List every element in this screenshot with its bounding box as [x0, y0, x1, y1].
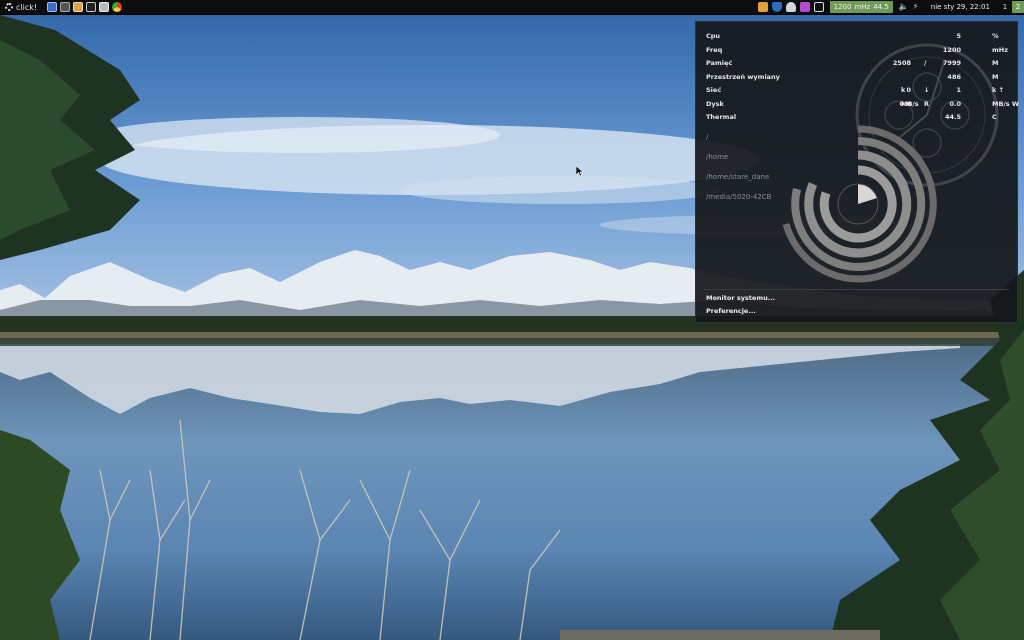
system-monitor-menu-item[interactable]: Monitor systemu...	[706, 294, 775, 302]
stat-unit-up: k ↑	[992, 86, 1005, 94]
popup-separator	[704, 289, 1009, 290]
stat-value: 5	[956, 32, 961, 40]
stats-table: Cpu 5 % Freq 1200 mHz Pamięć 2508 / 7999…	[706, 30, 1019, 125]
stat-unit: M	[992, 72, 999, 81]
tray-window-icon[interactable]	[86, 2, 97, 12]
system-monitor-applet[interactable]: 1200 mHz 44.5	[829, 1, 893, 13]
stat-unit-down: k	[901, 86, 906, 94]
clipboard-icon[interactable]	[757, 2, 768, 12]
stat-name: Sieć	[706, 86, 722, 94]
stat-row-disk: Dysk 0.0 MB/s R 0.0 MB/s W	[706, 98, 1019, 112]
files-icon[interactable]	[47, 2, 58, 12]
stat-unit: M	[992, 59, 999, 67]
stat-unit: C	[992, 113, 997, 121]
stat-value: 44.5	[944, 113, 961, 121]
shield-icon[interactable]	[771, 2, 782, 12]
stat-read-label: R	[924, 99, 930, 108]
calculator-icon[interactable]	[99, 2, 110, 12]
stat-name: Thermal	[706, 113, 737, 121]
text-editor-icon[interactable]	[73, 2, 84, 12]
temp-value: 44.5	[873, 3, 889, 11]
top-panel: click! 1200 mHz 44.5 🔈 ⚡ nie sty 29, 22:…	[0, 0, 1024, 15]
disk-usage-rings	[782, 125, 937, 283]
mail-icon[interactable]	[813, 2, 824, 12]
stat-value-down: 0	[906, 86, 911, 94]
stat-separator: /	[924, 59, 927, 67]
stat-name: Freq	[706, 45, 723, 54]
workspace-2[interactable]: 2	[1012, 1, 1024, 13]
mouse-cursor-icon	[576, 166, 583, 176]
stat-unit: %	[992, 32, 999, 40]
chat-icon[interactable]	[799, 2, 810, 12]
stat-row-freq: Freq 1200 mHz	[706, 44, 1011, 58]
stat-row-cpu: Cpu 5 %	[706, 30, 1011, 44]
stat-unit-read: MB/s	[901, 99, 919, 108]
stat-name: Dysk	[706, 99, 724, 108]
download-arrow-icon: ↓	[924, 86, 930, 94]
freq-unit: mHz	[854, 3, 871, 11]
freq-value: 1200	[833, 3, 852, 11]
stat-row-network: Sieć 0 k ↓ 1 k ↑	[706, 84, 1011, 98]
stat-name: Cpu	[706, 32, 721, 40]
stat-value-used: 2508	[892, 59, 911, 67]
workspace-1[interactable]: 1	[999, 1, 1011, 13]
terminal-icon[interactable]	[60, 2, 71, 12]
gear-icon	[5, 3, 13, 11]
stat-row-swap: Przestrzeń wymiany 486 M	[706, 71, 1011, 85]
stat-value-up: 1	[956, 86, 961, 94]
system-monitor-popup: Cpu 5 % Freq 1200 mHz Pamięć 2508 / 7999…	[695, 21, 1019, 323]
stat-value-write: 0.0	[949, 99, 961, 108]
stat-unit-write: MB/s W	[992, 99, 1020, 108]
main-menu-button[interactable]: click!	[0, 0, 43, 14]
main-menu-label: click!	[16, 2, 38, 12]
stat-value: 1200	[942, 45, 961, 54]
disk-item: /	[706, 133, 709, 141]
stat-row-memory: Pamięć 2508 / 7999 M	[706, 57, 1011, 71]
volume-icon[interactable]: 🔈	[899, 2, 909, 12]
preferences-menu-item[interactable]: Preferencje...	[706, 307, 756, 315]
stat-value: 486	[947, 72, 961, 81]
clock[interactable]: nie sty 29, 22:01	[931, 3, 990, 11]
disk-item: /home/stare_dane	[706, 173, 770, 181]
disk-item: /media/5020-42CB	[706, 193, 772, 201]
disk-list: / /home /home/stare_dane /media/5020-42C…	[706, 133, 771, 213]
stat-value-total: 7999	[942, 59, 961, 67]
disk-item: /home	[706, 153, 729, 161]
battery-icon[interactable]: ⚡	[913, 2, 923, 12]
chrome-icon[interactable]	[112, 2, 123, 12]
launcher-bar	[47, 2, 123, 12]
network-icon[interactable]	[785, 2, 796, 12]
stat-name: Przestrzeń wymiany	[706, 72, 780, 81]
stat-unit: mHz	[992, 45, 1008, 54]
stat-name: Pamięć	[706, 59, 733, 67]
system-tray: 1200 mHz 44.5 🔈 ⚡ nie sty 29, 22:01 1 2	[756, 0, 1024, 14]
